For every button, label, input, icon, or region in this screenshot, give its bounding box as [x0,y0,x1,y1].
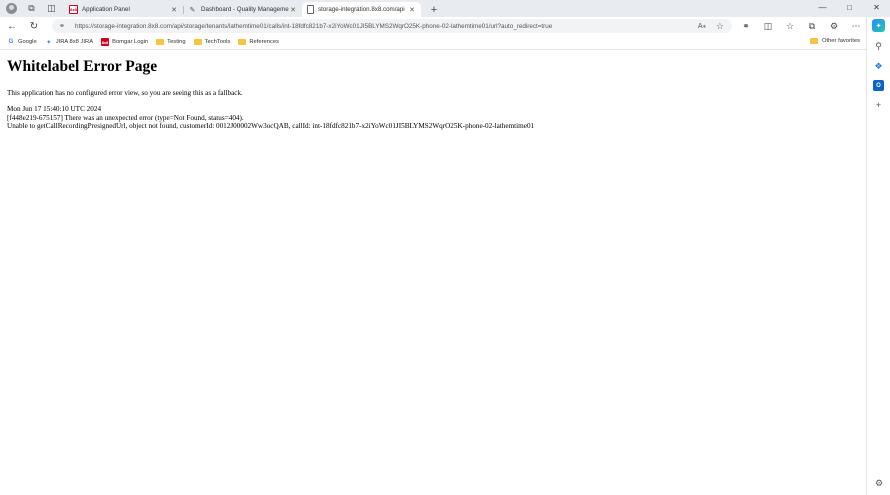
doc-icon [307,5,314,14]
tabstrip-left-controls: ⧉ ◫ [0,0,58,17]
vertical-tabs-icon[interactable]: ◫ [45,2,58,15]
tab-application-panel[interactable]: 8x8 Application Panel ✕ [64,2,183,17]
favorite-label: Testing [167,39,186,45]
workspaces-icon[interactable]: ⧉ [25,2,38,15]
minimize-button[interactable]: — [809,0,836,15]
close-icon[interactable]: ✕ [289,6,297,14]
folder-icon [238,39,247,45]
extensions-icon[interactable]: ⚙ [826,19,842,33]
favorite-google[interactable]: G Google [7,38,37,46]
8x8-logo-icon: 8x8 [69,5,78,14]
google-icon: G [8,39,14,45]
favorite-label: TechTools [204,39,231,45]
favorite-label: Google [18,39,37,45]
favorite-testing-folder[interactable]: Testing [156,39,186,45]
toolbar-actions: ⚭ ◫ ☆ ⧉ ⚙ ⋯ [738,17,864,35]
close-icon[interactable]: ✕ [408,6,416,14]
favorite-label: Bomgar Login [112,39,149,45]
address-url[interactable]: https://storage-integration.8x8.com/api/… [75,23,552,30]
tab-title: storage-integration.8x8.com/api [318,6,405,13]
intro-text: This application has no configured error… [7,89,243,97]
browser-essentials-icon[interactable]: ⚭ [738,19,754,33]
folder-icon [156,39,165,45]
tab-storage-integration[interactable]: storage-integration.8x8.com/api ✕ [302,2,421,17]
favorites-bar: G Google ✦ JIRA 8x8 JIRA 8x8 Bomgar Logi… [0,35,866,50]
split-screen-icon[interactable]: ◫ [760,19,776,33]
shopping-icon[interactable]: ❖ [872,60,886,72]
jira-icon: ✦ [46,39,52,46]
refresh-button[interactable]: ↻ [27,19,41,33]
other-favorites[interactable]: Other favorites [809,38,860,44]
close-window-button[interactable]: ✕ [863,0,890,15]
favorite-references-folder[interactable]: References [238,39,279,45]
close-icon[interactable]: ✕ [170,6,178,14]
folder-icon [809,38,818,44]
new-tab-button[interactable]: + [427,2,441,17]
collections-icon[interactable]: ⧉ [804,19,820,33]
tab-title: Dashboard - Quality Manageme [201,6,289,13]
page-title: Whitelabel Error Page [7,58,158,75]
edge-sidebar: ✦ ⚲ ❖ O + ⚙ [866,17,890,495]
add-icon[interactable]: + [872,99,886,111]
tab-strip: ⧉ ◫ 8x8 Application Panel ✕ ✎ Dashboard … [0,0,890,17]
browser-toolbar: ← ↻ ⚭ https://storage-integration.8x8.co… [0,17,866,35]
error-timestamp: Mon Jun 17 15:40:10 UTC 2024 [7,105,102,114]
tab-title: Application Panel [82,6,130,13]
maximize-button[interactable]: □ [836,0,863,15]
folder-icon [193,39,202,45]
favorite-label: JIRA 8x8 JIRA [55,39,94,45]
error-message: [f448e219-675157] There was an unexpecte… [7,113,244,122]
sidebar-settings-icon[interactable]: ⚙ [872,477,886,489]
more-menu-icon[interactable]: ⋯ [848,19,864,33]
search-icon[interactable]: ⚲ [872,40,886,52]
outlook-icon[interactable]: O [873,80,884,91]
error-detail: Unable to getCallRecordingPresignedUrl, … [7,122,535,131]
favorites-icon[interactable]: ☆ [782,19,798,33]
other-favorites-label: Other favorites [821,38,860,44]
bomgar-icon: 8x8 [101,38,110,46]
favorite-label: References [249,39,279,45]
lock-icon[interactable]: ⚭ [58,22,66,30]
favorite-jira[interactable]: ✦ JIRA 8x8 JIRA [45,38,93,46]
back-button[interactable]: ← [5,19,19,33]
pen-icon: ✎ [189,6,196,14]
tab-dashboard-quality[interactable]: ✎ Dashboard - Quality Manageme ✕ [183,2,302,17]
window-controls: — □ ✕ [809,0,890,15]
star-icon[interactable]: ☆ [716,21,724,32]
profile-icon[interactable] [5,2,18,15]
read-aloud-icon[interactable]: A⁎ [698,22,706,30]
address-bar[interactable]: ⚭ https://storage-integration.8x8.com/ap… [52,19,732,33]
copilot-icon[interactable]: ✦ [872,19,885,32]
tab-list: 8x8 Application Panel ✕ ✎ Dashboard - Qu… [64,0,441,17]
favorite-techtools-folder[interactable]: TechTools [193,39,231,45]
favorite-bomgar[interactable]: 8x8 Bomgar Login [101,38,148,46]
page-content: Whitelabel Error Page This application h… [0,51,866,495]
